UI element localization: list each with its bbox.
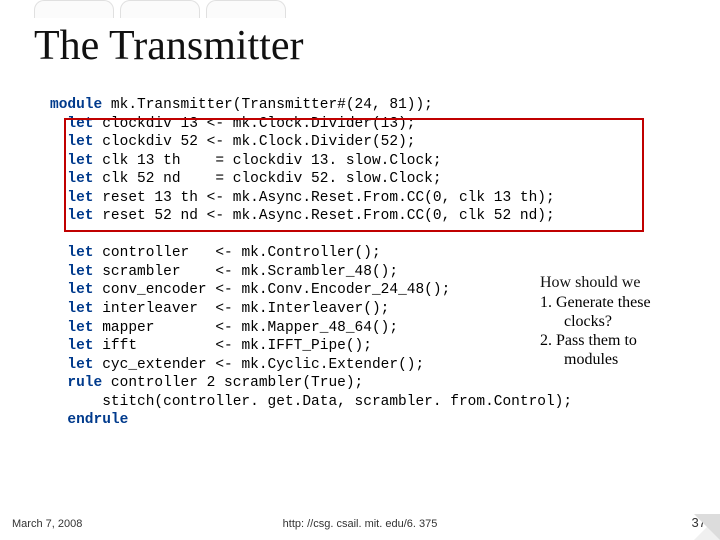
code-line: ifft <- mk.IFFT_Pipe(); bbox=[94, 338, 372, 354]
code-line: clockdiv 52 <- mk.Clock.Divider(52); bbox=[94, 134, 416, 150]
tab-strip bbox=[34, 0, 286, 18]
kw-let: let bbox=[50, 153, 94, 169]
kw-let: let bbox=[50, 208, 94, 224]
kw-let: let bbox=[50, 282, 94, 298]
code-line: conv_encoder <- mk.Conv.Encoder_24_48(); bbox=[94, 282, 451, 298]
kw-let: let bbox=[50, 171, 94, 187]
page-curl-icon bbox=[694, 514, 720, 540]
kw-endrule: endrule bbox=[50, 412, 128, 428]
kw-let: let bbox=[50, 357, 94, 373]
code-line: mapper <- mk.Mapper_48_64(); bbox=[94, 320, 399, 336]
code-line: cyc_extender <- mk.Cyclic.Extender(); bbox=[94, 357, 425, 373]
kw-let: let bbox=[50, 301, 94, 317]
kw-let: let bbox=[50, 116, 94, 132]
code-line: mk.Transmitter(Transmitter#(24, 81)); bbox=[102, 97, 433, 113]
code-line: stitch(controller. get.Data, scrambler. … bbox=[50, 394, 572, 410]
kw-module: module bbox=[50, 97, 102, 113]
kw-let: let bbox=[50, 320, 94, 336]
footer-url: http: //csg. csail. mit. edu/6. 375 bbox=[0, 518, 720, 530]
code-line: reset 52 nd <- mk.Async.Reset.From.CC(0,… bbox=[94, 208, 555, 224]
kw-let: let bbox=[50, 264, 94, 280]
tab-placeholder bbox=[34, 0, 114, 18]
code-block: module mk.Transmitter(Transmitter#(24, 8… bbox=[50, 96, 670, 430]
kw-let: let bbox=[50, 245, 94, 261]
kw-let: let bbox=[50, 190, 94, 206]
annotation-text: clocks? bbox=[564, 312, 720, 331]
code-line: clk 13 th = clockdiv 13. slow.Clock; bbox=[94, 153, 442, 169]
tab-placeholder bbox=[120, 0, 200, 18]
annotation-head: How should we bbox=[540, 273, 710, 292]
code-line: clk 52 nd = clockdiv 52. slow.Clock; bbox=[94, 171, 442, 187]
annotation-item-1: 1. Generate these clocks? bbox=[540, 293, 720, 331]
code-line: controller 2 scrambler(True); bbox=[102, 375, 363, 391]
annotation-text: 1. Generate these bbox=[540, 294, 651, 311]
kw-let: let bbox=[50, 134, 94, 150]
tab-placeholder bbox=[206, 0, 286, 18]
annotation-text: 2. Pass them to bbox=[540, 332, 637, 349]
kw-let: let bbox=[50, 338, 94, 354]
code-line: reset 13 th <- mk.Async.Reset.From.CC(0,… bbox=[94, 190, 555, 206]
code-line: clockdiv 13 <- mk.Clock.Divider(13); bbox=[94, 116, 416, 132]
page-title: The Transmitter bbox=[34, 22, 304, 70]
code-line: scrambler <- mk.Scrambler_48(); bbox=[94, 264, 399, 280]
annotation-text: modules bbox=[564, 350, 720, 369]
code-line: interleaver <- mk.Interleaver(); bbox=[94, 301, 390, 317]
kw-rule: rule bbox=[50, 375, 102, 391]
annotation-item-2: 2. Pass them to modules bbox=[540, 331, 720, 369]
code-line: controller <- mk.Controller(); bbox=[94, 245, 381, 261]
